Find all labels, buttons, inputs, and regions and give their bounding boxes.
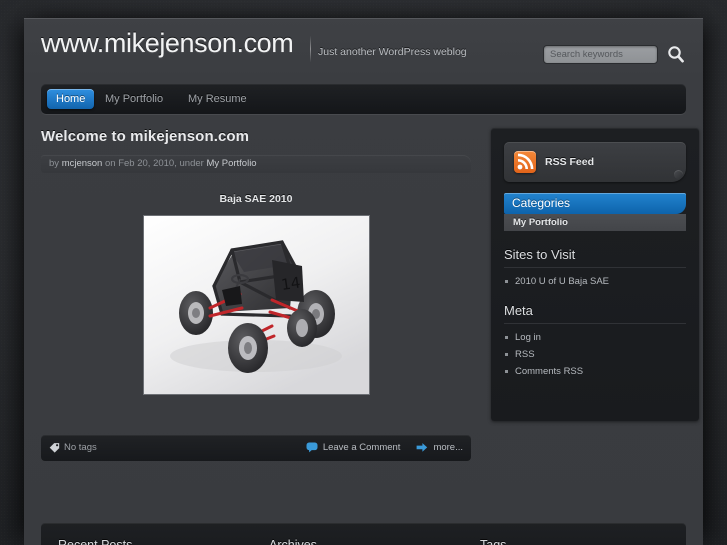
post-title[interactable]: Welcome to mikejenson.com [41,128,481,145]
footer-column-archives: Archives [269,538,464,545]
rss-feed-label: RSS Feed [545,156,595,168]
post-content: Welcome to mikejenson.com by mcjenson on… [41,128,481,395]
category-item-my-portfolio[interactable]: My Portfolio [504,214,686,231]
meta-by: by [49,158,60,169]
leave-comment-link[interactable]: Leave a Comment [306,442,401,453]
comment-bubble-icon [306,442,318,453]
post-tags: No tags [49,442,97,453]
svg-text:14: 14 [280,273,301,293]
list-item[interactable]: Comments RSS [504,366,686,377]
footer-column-tags: Tags [480,538,670,545]
rss-feed-button[interactable]: RSS Feed [504,142,686,182]
list-item[interactable]: 2010 U of U Baja SAE [504,276,686,287]
title-separator [310,36,311,62]
more-label: more... [433,442,463,453]
rss-icon [514,151,536,173]
search-form [543,45,689,64]
sites-to-visit-list: 2010 U of U Baja SAE [504,276,686,287]
rss-waves-icon [517,153,534,170]
more-link[interactable]: more... [416,442,463,453]
categories-widget-title: Categories [504,193,686,214]
search-submit-button[interactable] [664,43,688,66]
search-input[interactable] [543,45,658,64]
post-actions: Leave a Comment more... [306,442,463,453]
post-footer-bar: No tags Leave a Comment more... [41,435,471,461]
meta-date: Feb 20, 2010 [118,158,175,169]
page-root: www.mikejenson.com Just another WordPres… [0,0,727,545]
site-tagline: Just another WordPress weblog [318,46,467,58]
post-meta: by mcjenson on Feb 20, 2010, under My Po… [41,155,471,173]
list-item[interactable]: Log in [504,332,686,343]
site-title[interactable]: www.mikejenson.com [41,28,294,59]
buggy-render: 14 [143,216,369,394]
meta-category[interactable]: My Portfolio [206,158,256,169]
baja-sae-buggy-image[interactable]: 14 [142,215,370,395]
footer-column-recent-posts: Recent Posts [58,538,253,545]
meta-widget-title: Meta [504,303,686,324]
search-icon [668,46,684,63]
arrow-right-icon [417,443,428,452]
tag-icon [49,443,60,453]
leave-comment-label: Leave a Comment [322,442,401,453]
site-container: www.mikejenson.com Just another WordPres… [24,18,703,545]
figure-caption: Baja SAE 2010 [219,193,293,205]
meta-list: Log in RSS Comments RSS [504,332,686,377]
nav-item-home[interactable]: Home [47,89,95,109]
post-figure: Baja SAE 2010 14 [41,193,471,395]
nav-item-my-portfolio[interactable]: My Portfolio [96,89,172,109]
site-footer: Recent Posts Archives Tags [41,523,686,545]
meta-author[interactable]: mcjenson [62,158,103,169]
no-tags-label: No tags [64,442,97,453]
meta-under: , under [174,158,204,169]
sites-to-visit-title: Sites to Visit [504,247,686,268]
site-header: www.mikejenson.com Just another WordPres… [24,18,703,78]
meta-on: on [105,158,116,169]
list-item[interactable]: RSS [504,349,686,360]
main-navigation: Home My Portfolio My Resume [41,84,686,114]
nav-item-my-resume[interactable]: My Resume [179,89,256,109]
sidebar: RSS Feed Categories My Portfolio Sites t… [491,128,699,421]
